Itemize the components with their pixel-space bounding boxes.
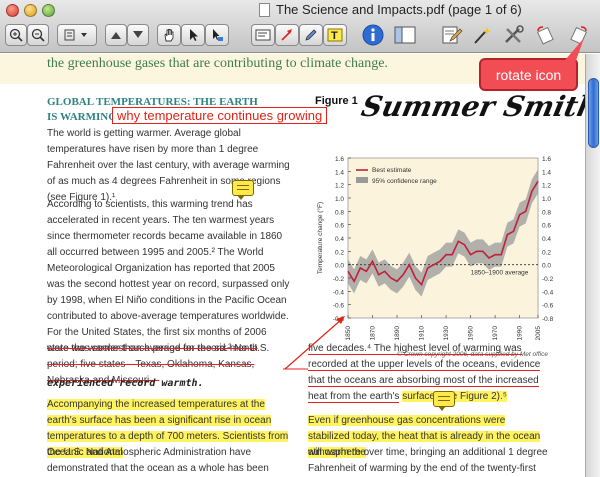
edit-button[interactable] (440, 24, 464, 46)
edit-icon (442, 26, 463, 44)
tools-icon (505, 25, 524, 43)
previous-page-icon (111, 32, 121, 39)
arrow-tool-button[interactable] (275, 24, 299, 46)
magic-wand-button[interactable] (470, 24, 494, 46)
next-page-icon (133, 31, 143, 38)
magic-wand-icon (474, 27, 491, 44)
document-icon (259, 3, 270, 17)
hand-tool-button[interactable] (157, 24, 181, 46)
text-box-icon (255, 29, 271, 41)
hand-icon (164, 29, 174, 42)
minimize-button[interactable] (24, 4, 37, 17)
pencil-icon (305, 29, 317, 41)
text-tool-button[interactable]: T (323, 24, 347, 46)
window-titlebar: The Science and Impacts.pdf (page 1 of 6… (0, 0, 600, 53)
zoom-in-button[interactable] (5, 24, 27, 46)
zoom-in-icon (9, 28, 23, 42)
scrollbar-thumb[interactable] (588, 78, 599, 148)
text-box-tool-button[interactable] (251, 24, 275, 46)
vertical-scrollbar[interactable] (585, 54, 600, 477)
svg-text:T: T (331, 30, 338, 42)
zoom-out-icon (31, 28, 45, 42)
text-tool-icon: T (327, 28, 343, 42)
close-button[interactable] (6, 4, 19, 17)
annotation-arrow[interactable] (0, 54, 585, 477)
pencil-tool-button[interactable] (299, 24, 323, 46)
pdf-page[interactable]: the greenhouse gases that are contributi… (0, 54, 585, 477)
previous-page-button[interactable] (105, 24, 127, 46)
arrow-icon (281, 29, 292, 41)
text-select-tool-button[interactable] (205, 24, 229, 46)
tools-button[interactable] (502, 24, 526, 46)
sidebar-button[interactable] (392, 24, 418, 46)
window-title: The Science and Impacts.pdf (page 1 of 6… (276, 2, 522, 17)
text-select-icon (213, 29, 223, 41)
sidebar-icon (394, 26, 416, 44)
zoom-out-button[interactable] (27, 24, 49, 46)
next-page-button[interactable] (127, 24, 149, 46)
info-button[interactable] (360, 24, 386, 46)
zoom-button[interactable] (42, 4, 55, 17)
select-tool-button[interactable] (181, 24, 205, 46)
info-icon (362, 24, 384, 46)
page-layout-icon (64, 29, 87, 41)
select-arrow-icon (190, 29, 198, 41)
rotate-left-button[interactable] (534, 24, 558, 46)
page-layout-menu[interactable] (57, 24, 97, 46)
rotate-left-icon (536, 26, 554, 45)
